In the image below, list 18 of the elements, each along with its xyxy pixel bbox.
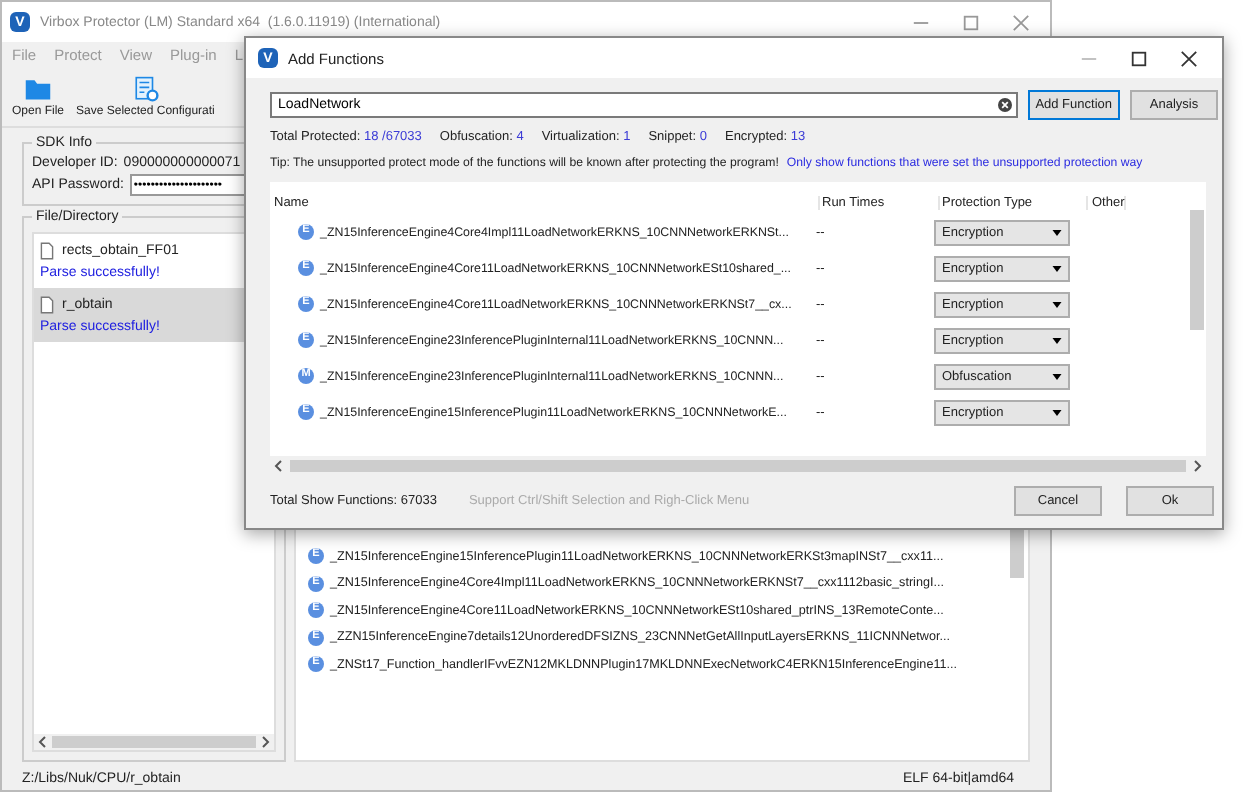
file-icon xyxy=(40,296,54,314)
caret-icon xyxy=(1052,337,1062,343)
folder-icon xyxy=(24,76,52,102)
caret-icon xyxy=(1052,409,1062,415)
file-icon xyxy=(40,242,54,260)
caret-icon xyxy=(1052,373,1062,379)
scroll-right-icon[interactable] xyxy=(1194,459,1202,471)
vertical-scrollbar[interactable] xyxy=(1190,210,1204,330)
caret-icon xyxy=(1052,301,1062,307)
clear-icon[interactable] xyxy=(997,98,1012,112)
scroll-left-icon[interactable] xyxy=(38,736,46,748)
horizontal-scrollbar[interactable] xyxy=(34,734,274,750)
caret-icon xyxy=(1052,265,1062,271)
close-icon[interactable] xyxy=(1180,49,1198,67)
scroll-right-icon[interactable] xyxy=(262,736,270,748)
maximize-icon[interactable] xyxy=(1130,49,1148,67)
caret-icon xyxy=(1052,229,1062,235)
scroll-left-icon[interactable] xyxy=(274,459,282,471)
